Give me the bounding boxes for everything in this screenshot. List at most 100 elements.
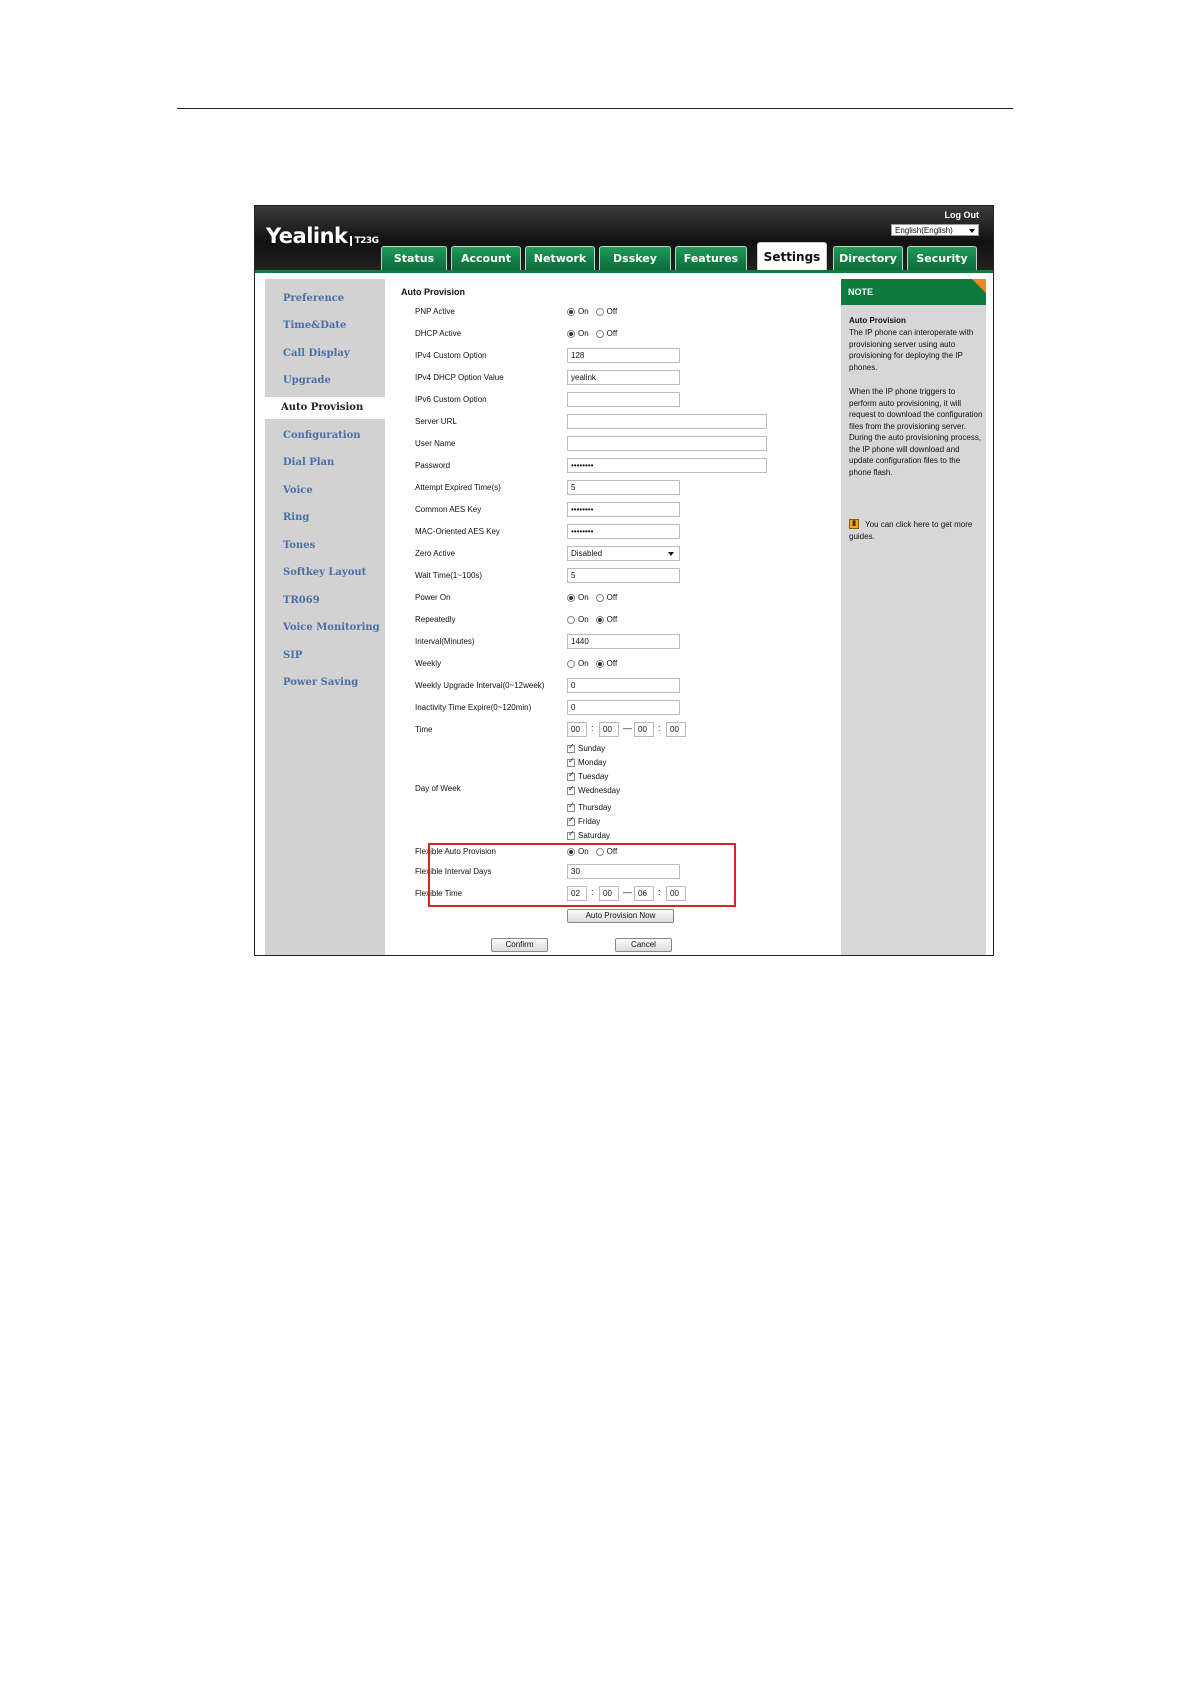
- ipv4-dhcp-option-value-input[interactable]: yealink: [567, 370, 680, 385]
- label-server-url: Server URL: [415, 417, 457, 426]
- sidebar-item-dial-plan[interactable]: Dial Plan: [265, 452, 385, 474]
- cancel-button[interactable]: Cancel: [615, 938, 672, 952]
- repeatedly-off-radio[interactable]: [595, 615, 604, 624]
- day-thursday-checkbox[interactable]: [567, 801, 575, 812]
- day-label: Tuesday: [578, 772, 609, 781]
- day-label: Wednesday: [578, 786, 621, 795]
- time-start-minute-input[interactable]: 00: [599, 722, 619, 737]
- confirm-button[interactable]: Confirm: [491, 938, 548, 952]
- tab-security[interactable]: Security: [907, 246, 977, 270]
- sidebar-item-upgrade[interactable]: Upgrade: [265, 370, 385, 392]
- sidebar-item-tones[interactable]: Tones: [265, 535, 385, 557]
- time-end-hour-input[interactable]: 00: [634, 722, 654, 737]
- day-saturday-checkbox[interactable]: [567, 829, 575, 840]
- label-interval-minutes: Interval(Minutes): [415, 637, 475, 646]
- sidebar-item-sip[interactable]: SIP: [265, 645, 385, 667]
- radio-label-off: Off: [606, 307, 618, 317]
- dhcp-active-off-radio[interactable]: [595, 329, 604, 338]
- zero-active-select[interactable]: Disabled: [567, 546, 680, 561]
- day-thursday-row: Thursday: [567, 801, 611, 812]
- sidebar-item-ring[interactable]: Ring: [265, 507, 385, 529]
- power-on-on-radio[interactable]: [567, 593, 575, 602]
- sidebar-item-voice-monitoring[interactable]: Voice Monitoring: [265, 617, 385, 639]
- day-wednesday-row: Wednesday: [567, 784, 621, 795]
- inactivity-time-expire-input[interactable]: 0: [567, 700, 680, 715]
- sidebar-item-preference[interactable]: Preference: [265, 288, 385, 310]
- label-weekly-upgrade-interval: Weekly Upgrade Interval(0~12week): [415, 681, 545, 690]
- label-pnp-active: PNP Active: [415, 307, 455, 316]
- interval-minutes-input[interactable]: 1440: [567, 634, 680, 649]
- sidebar-item-power-saving[interactable]: Power Saving: [265, 672, 385, 694]
- day-friday-checkbox[interactable]: [567, 815, 575, 826]
- password-input[interactable]: ••••••••: [567, 458, 767, 473]
- sidebar-item-configuration[interactable]: Configuration: [265, 425, 385, 447]
- sidebar-item-tr069[interactable]: TR069: [265, 590, 385, 612]
- auto-provision-now-button[interactable]: Auto Provision Now: [567, 909, 674, 923]
- tab-settings[interactable]: Settings: [757, 242, 827, 271]
- tab-account[interactable]: Account: [451, 246, 521, 270]
- radio-label-off: Off: [606, 593, 618, 603]
- label-common-aes-key: Common AES Key: [415, 505, 482, 514]
- tab-dsskey[interactable]: Dsskey: [599, 246, 671, 270]
- label-user-name: User Name: [415, 439, 456, 448]
- server-url-input[interactable]: [567, 414, 767, 429]
- radio-label-on: On: [578, 593, 589, 603]
- day-sunday-row: Sunday: [567, 742, 606, 753]
- tab-features[interactable]: Features: [675, 246, 747, 270]
- note-title: Auto Provision: [849, 316, 906, 325]
- label-wait-time: Wait Time(1~100s): [415, 571, 483, 580]
- day-tuesday-row: Tuesday: [567, 770, 609, 781]
- flexible-settings-highlight-box: [428, 843, 736, 907]
- dhcp-active-radio-group: On Off: [567, 329, 624, 338]
- common-aes-key-input[interactable]: ••••••••: [567, 502, 680, 517]
- day-monday-checkbox[interactable]: [567, 756, 575, 767]
- attempt-expired-time-input[interactable]: 5: [567, 480, 680, 495]
- label-day-of-week: Day of Week: [415, 784, 461, 793]
- time-start-hour-input[interactable]: 00: [567, 722, 587, 737]
- time-end-minute-input[interactable]: 00: [666, 722, 686, 737]
- day-sunday-checkbox[interactable]: [567, 742, 575, 753]
- sidebar-item-softkey-layout[interactable]: Softkey Layout: [265, 562, 385, 584]
- power-on-off-radio[interactable]: [595, 593, 604, 602]
- guide-link[interactable]: You can click here to get more guides.: [849, 519, 984, 542]
- ipv6-custom-option-input[interactable]: [567, 392, 680, 407]
- day-label: Monday: [578, 758, 607, 767]
- sidebar-item-auto-provision[interactable]: Auto Provision: [265, 397, 385, 419]
- sidebar-item-time-date[interactable]: Time&Date: [265, 315, 385, 337]
- chevron-down-icon: [969, 229, 975, 233]
- settings-sidebar: Preference Time&Date Call Display Upgrad…: [265, 279, 385, 955]
- dhcp-active-on-radio[interactable]: [567, 329, 575, 338]
- label-ipv6-custom-option: IPv6 Custom Option: [415, 395, 487, 404]
- mac-oriented-aes-key-input[interactable]: ••••••••: [567, 524, 680, 539]
- day-wednesday-checkbox[interactable]: [567, 784, 575, 795]
- weekly-on-radio[interactable]: [567, 659, 575, 668]
- label-power-on: Power On: [415, 593, 451, 602]
- radio-label-on: On: [578, 615, 589, 625]
- book-icon[interactable]: ▮: [849, 519, 859, 529]
- ipv4-custom-option-input[interactable]: 128: [567, 348, 680, 363]
- weekly-off-radio[interactable]: [595, 659, 604, 668]
- logout-link[interactable]: Log Out: [945, 210, 980, 220]
- sidebar-item-voice[interactable]: Voice: [265, 480, 385, 502]
- day-tuesday-checkbox[interactable]: [567, 770, 575, 781]
- top-header: Yealink T23G Log Out English(English) Sta…: [255, 206, 993, 271]
- language-select[interactable]: English(English): [891, 224, 979, 236]
- tab-status[interactable]: Status: [381, 246, 447, 270]
- pnp-active-off-radio[interactable]: [595, 307, 604, 316]
- browser-screenshot: Yealink T23G Log Out English(English) Sta…: [254, 205, 994, 956]
- user-name-input[interactable]: [567, 436, 767, 451]
- wait-time-input[interactable]: 5: [567, 568, 680, 583]
- yealink-logo: Yealink T23G: [266, 224, 379, 248]
- tab-network[interactable]: Network: [525, 246, 595, 270]
- repeatedly-on-radio[interactable]: [567, 615, 575, 624]
- weekly-radio-group: On Off: [567, 659, 624, 668]
- weekly-upgrade-interval-input[interactable]: 0: [567, 678, 680, 693]
- sidebar-item-call-display[interactable]: Call Display: [265, 343, 385, 365]
- pnp-active-on-radio[interactable]: [567, 307, 575, 316]
- label-repeatedly: Repeatedly: [415, 615, 456, 624]
- day-label: Sunday: [578, 744, 606, 753]
- tab-directory[interactable]: Directory: [833, 246, 903, 270]
- label-attempt-expired-time: Attempt Expired Time(s): [415, 483, 501, 492]
- header-underline: [255, 270, 993, 273]
- day-label: Saturday: [578, 831, 611, 840]
